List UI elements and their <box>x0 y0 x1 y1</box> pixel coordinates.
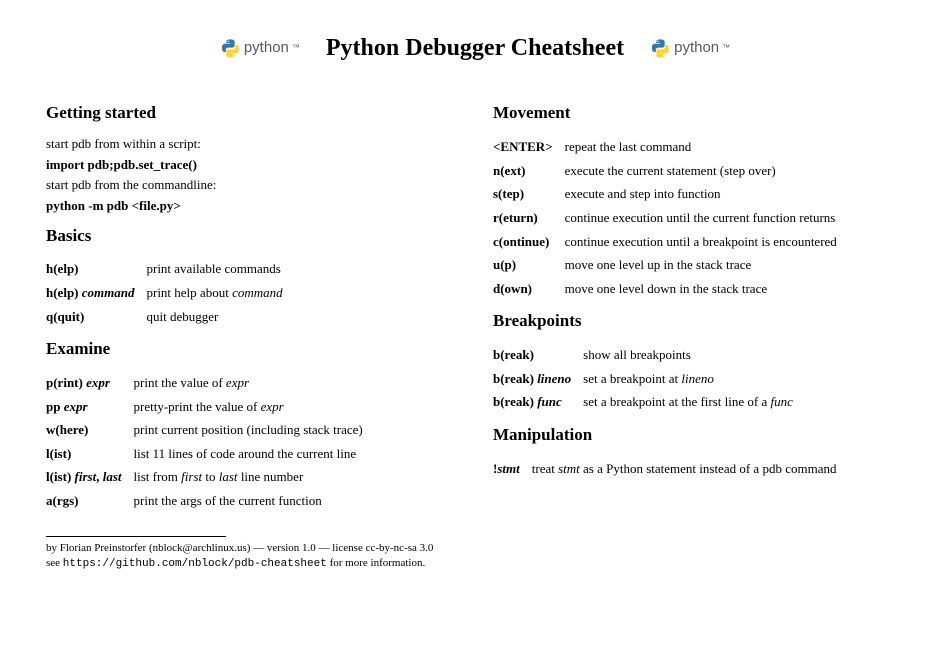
command-cell: h(elp) command <box>46 281 146 305</box>
description-cell: quit debugger <box>146 305 294 329</box>
left-column: Getting started start pdb from within a … <box>46 92 457 572</box>
columns: Getting started start pdb from within a … <box>46 92 904 572</box>
description-cell: move one level up in the stack trace <box>565 253 849 277</box>
table-row: u(p)move one level up in the stack trace <box>493 253 849 277</box>
table-row: b(reak)show all breakpoints <box>493 343 805 367</box>
description-cell: list 11 lines of code around the current… <box>134 442 375 466</box>
python-logo-text: python <box>244 38 289 58</box>
description-cell: execute the current statement (step over… <box>565 159 849 183</box>
description-cell: pretty-print the value of expr <box>134 395 375 419</box>
python-logo-tm: ™ <box>722 43 730 54</box>
python-logo-right: python™ <box>650 38 730 59</box>
table-row: p(rint) exprprint the value of expr <box>46 371 375 395</box>
python-logo-left: python™ <box>220 38 300 59</box>
command-cell: b(reak) lineno <box>493 367 583 391</box>
description-cell: print the args of the current function <box>134 489 375 513</box>
table-row: h(elp)print available commands <box>46 257 295 281</box>
footer: by Florian Preinstorfer (nblock@archlinu… <box>46 536 457 572</box>
description-cell: print current position (including stack … <box>134 418 375 442</box>
command-cell: d(own) <box>493 277 565 301</box>
table-row: l(ist)list 11 lines of code around the c… <box>46 442 375 466</box>
examine-table: p(rint) exprprint the value of exprpp ex… <box>46 371 375 512</box>
breakpoints-table: b(reak)show all breakpointsb(reak) linen… <box>493 343 805 414</box>
command-cell: !stmt <box>493 457 532 481</box>
command-cell: s(tep) <box>493 182 565 206</box>
table-row: b(reak) funcset a breakpoint at the firs… <box>493 390 805 414</box>
command-cell: a(rgs) <box>46 489 134 513</box>
gs-line-3: start pdb from the commandline: <box>46 176 457 194</box>
description-cell: continue execution until the current fun… <box>565 206 849 230</box>
description-cell: execute and step into function <box>565 182 849 206</box>
footer-line-2: see https://github.com/nblock/pdb-cheats… <box>46 556 457 572</box>
command-cell: u(p) <box>493 253 565 277</box>
table-row: n(ext)execute the current statement (ste… <box>493 159 849 183</box>
command-cell: l(ist) <box>46 442 134 466</box>
basics-table: h(elp)print available commandsh(elp) com… <box>46 257 295 328</box>
command-cell: n(ext) <box>493 159 565 183</box>
heading-basics: Basics <box>46 225 457 248</box>
table-row: <ENTER>repeat the last command <box>493 135 849 159</box>
right-column: Movement <ENTER>repeat the last commandn… <box>493 92 904 572</box>
footer-url: https://github.com/nblock/pdb-cheatsheet <box>63 558 327 570</box>
command-cell: h(elp) <box>46 257 146 281</box>
manipulation-table: !stmttreat stmt as a Python statement in… <box>493 457 848 481</box>
page-title: Python Debugger Cheatsheet <box>326 32 624 64</box>
command-cell: b(reak) func <box>493 390 583 414</box>
description-cell: move one level down in the stack trace <box>565 277 849 301</box>
gs-line-1: start pdb from within a script: <box>46 135 457 153</box>
description-cell: list from first to last line number <box>134 465 375 489</box>
table-row: !stmttreat stmt as a Python statement in… <box>493 457 848 481</box>
description-cell: print the value of expr <box>134 371 375 395</box>
table-row: h(elp) commandprint help about command <box>46 281 295 305</box>
description-cell: repeat the last command <box>565 135 849 159</box>
footer-line-1: by Florian Preinstorfer (nblock@archlinu… <box>46 541 457 556</box>
table-row: pp exprpretty-print the value of expr <box>46 395 375 419</box>
title-row: python™ Python Debugger Cheatsheet pytho… <box>46 32 904 64</box>
command-cell: p(rint) expr <box>46 371 134 395</box>
command-cell: b(reak) <box>493 343 583 367</box>
description-cell: print available commands <box>146 257 294 281</box>
table-row: d(own)move one level down in the stack t… <box>493 277 849 301</box>
table-row: r(eturn)continue execution until the cur… <box>493 206 849 230</box>
table-row: w(here)print current position (including… <box>46 418 375 442</box>
table-row: q(quit)quit debugger <box>46 305 295 329</box>
description-cell: set a breakpoint at the first line of a … <box>583 390 805 414</box>
python-logo-tm: ™ <box>292 43 300 54</box>
table-row: b(reak) linenoset a breakpoint at lineno <box>493 367 805 391</box>
heading-breakpoints: Breakpoints <box>493 310 904 333</box>
command-cell: q(quit) <box>46 305 146 329</box>
description-cell: show all breakpoints <box>583 343 805 367</box>
command-cell: l(ist) first, last <box>46 465 134 489</box>
heading-examine: Examine <box>46 338 457 361</box>
table-row: a(rgs)print the args of the current func… <box>46 489 375 513</box>
heading-manipulation: Manipulation <box>493 424 904 447</box>
command-cell: pp expr <box>46 395 134 419</box>
gs-line-2: import pdb;pdb.set_trace() <box>46 157 197 172</box>
description-cell: treat stmt as a Python statement instead… <box>532 457 849 481</box>
table-row: l(ist) first, lastlist from first to las… <box>46 465 375 489</box>
footer-rule <box>46 536 226 537</box>
table-row: s(tep)execute and step into function <box>493 182 849 206</box>
description-cell: continue execution until a breakpoint is… <box>565 230 849 254</box>
heading-getting-started: Getting started <box>46 102 457 125</box>
command-cell: r(eturn) <box>493 206 565 230</box>
command-cell: c(ontinue) <box>493 230 565 254</box>
python-logo-text: python <box>674 38 719 58</box>
python-logo-icon <box>650 38 671 59</box>
description-cell: print help about command <box>146 281 294 305</box>
description-cell: set a breakpoint at lineno <box>583 367 805 391</box>
command-cell: w(here) <box>46 418 134 442</box>
heading-movement: Movement <box>493 102 904 125</box>
python-logo-icon <box>220 38 241 59</box>
gs-line-4: python -m pdb <file.py> <box>46 198 181 213</box>
command-cell: <ENTER> <box>493 135 565 159</box>
movement-table: <ENTER>repeat the last commandn(ext)exec… <box>493 135 849 300</box>
document-page: python™ Python Debugger Cheatsheet pytho… <box>0 0 950 582</box>
table-row: c(ontinue)continue execution until a bre… <box>493 230 849 254</box>
